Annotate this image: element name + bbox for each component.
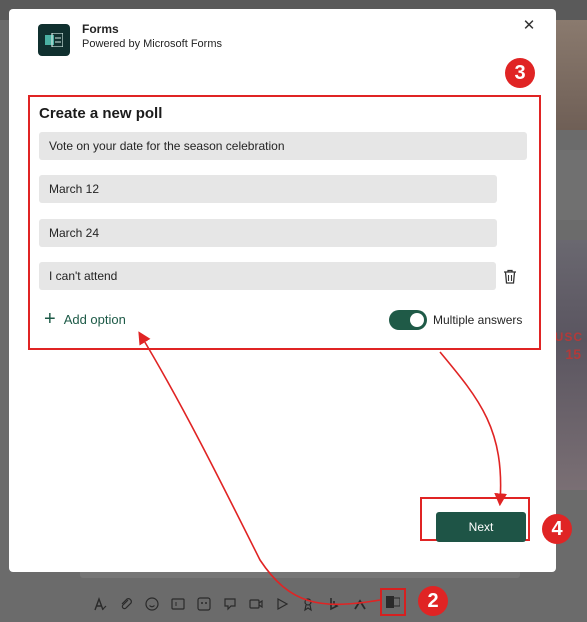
- trash-icon[interactable]: [501, 267, 519, 285]
- multiple-answers-toggle[interactable]: [389, 310, 427, 330]
- forms-app-icon: [386, 596, 400, 608]
- toggle-knob: [410, 313, 424, 327]
- plus-icon: +: [44, 308, 56, 330]
- jersey-text: USC: [554, 330, 583, 344]
- app-title: Forms: [82, 22, 119, 36]
- forms-dialog: Forms Powered by Microsoft Forms ✕ Creat…: [9, 9, 556, 572]
- bing-icon[interactable]: [324, 594, 344, 614]
- forms-toolbar-button[interactable]: [380, 588, 406, 616]
- app-subtitle: Powered by Microsoft Forms: [82, 38, 222, 50]
- poll-option-input-1[interactable]: March 12: [39, 175, 497, 203]
- background-panel: [552, 150, 587, 220]
- sticker-icon[interactable]: [194, 594, 214, 614]
- meet-now-icon[interactable]: [246, 594, 266, 614]
- add-option-button[interactable]: + Add option: [44, 308, 126, 330]
- background-video-tile-athlete: [552, 240, 587, 490]
- jersey-number: 15: [565, 346, 581, 362]
- step-badge-2: 2: [418, 586, 448, 616]
- emoji-icon[interactable]: [142, 594, 162, 614]
- praise-icon[interactable]: [298, 594, 318, 614]
- stream-icon[interactable]: [272, 594, 292, 614]
- gif-icon[interactable]: [168, 594, 188, 614]
- step-badge-3: 3: [505, 58, 535, 88]
- multiple-answers-label: Multiple answers: [433, 313, 523, 327]
- step-badge-4: 4: [542, 514, 572, 544]
- poll-editor: Create a new poll Vote on your date for …: [28, 95, 541, 350]
- message-extension-icon[interactable]: [220, 594, 240, 614]
- next-button[interactable]: Next: [436, 512, 526, 542]
- background-video-tile: [552, 20, 587, 130]
- poll-option-input-3[interactable]: I can't attend: [39, 262, 496, 290]
- forms-app-icon: [38, 24, 70, 56]
- poll-heading: Create a new poll: [39, 105, 163, 122]
- poll-question-input[interactable]: Vote on your date for the season celebra…: [39, 132, 527, 160]
- compose-toolbar: [90, 592, 376, 616]
- format-icon[interactable]: [90, 594, 110, 614]
- flow-icon[interactable]: [350, 594, 370, 614]
- add-option-label: Add option: [63, 311, 126, 327]
- attach-icon[interactable]: [116, 594, 136, 614]
- close-icon[interactable]: ✕: [519, 15, 539, 35]
- poll-option-input-2[interactable]: March 24: [39, 219, 497, 247]
